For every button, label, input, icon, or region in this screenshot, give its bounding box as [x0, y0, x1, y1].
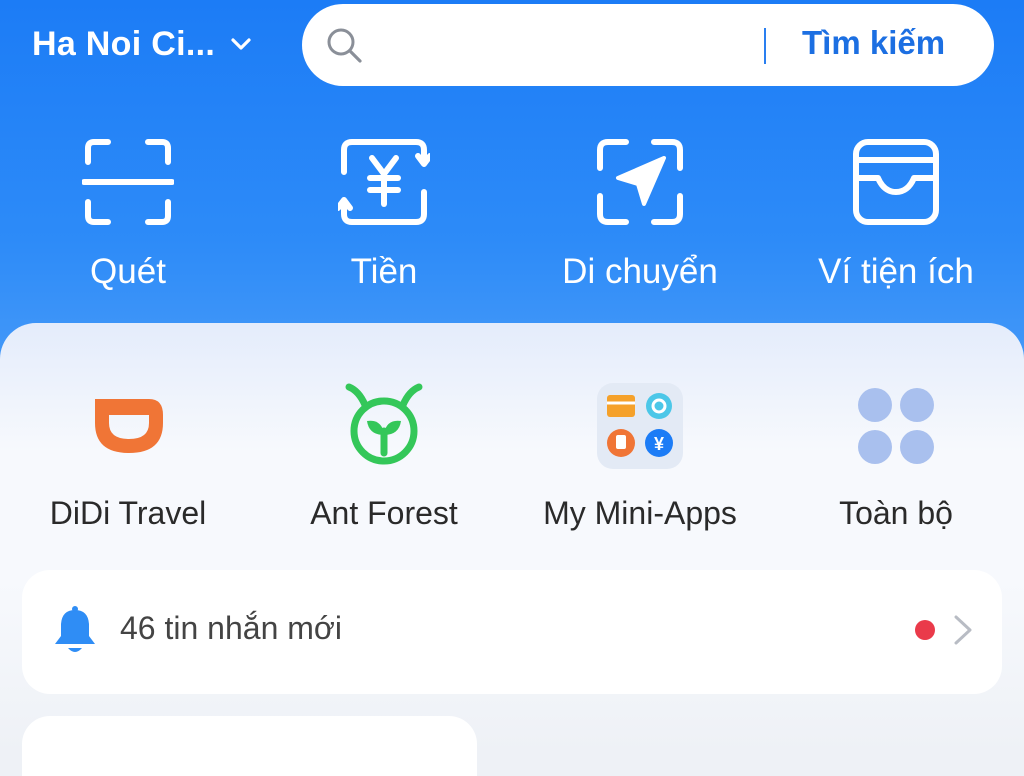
- scan-icon: [82, 139, 174, 225]
- next-card-partial: [22, 716, 477, 776]
- quick-action-money[interactable]: Tiền: [264, 136, 504, 292]
- notification-text: 46 tin nhắn mới: [120, 610, 342, 646]
- app-label: Ant Forest: [310, 495, 458, 531]
- app-all[interactable]: Toàn bộ: [768, 381, 1024, 532]
- money-transfer-icon: [338, 139, 430, 225]
- ant-forest-icon: [345, 383, 423, 465]
- bell-icon: [55, 606, 95, 652]
- mini-apps-icon: ¥: [597, 383, 683, 469]
- wallet-icon: [853, 139, 939, 225]
- messages-notification[interactable]: 46 tin nhắn mới: [22, 570, 1002, 694]
- quick-action-label: Tiền: [350, 252, 418, 291]
- search-input[interactable]: [380, 22, 764, 70]
- quick-action-label: Ví tiện ích: [818, 252, 974, 291]
- search-icon: [327, 28, 362, 63]
- quick-actions: Quét Tiền Di chuyển Ví tiện ích: [0, 136, 1024, 296]
- city-name: Ha Noi Ci...: [32, 24, 216, 63]
- chevron-down-icon: [231, 38, 251, 50]
- search-divider: [764, 28, 766, 64]
- app-label: Toàn bộ: [839, 495, 953, 531]
- all-apps-icon: [858, 388, 934, 464]
- app-label: My Mini-Apps: [543, 495, 737, 531]
- city-selector[interactable]: Ha Noi Ci...: [32, 22, 253, 66]
- unread-dot: [915, 620, 935, 640]
- app-ant-forest[interactable]: Ant Forest: [256, 381, 512, 532]
- app-label: DiDi Travel: [49, 495, 207, 531]
- navigation-icon: [597, 139, 683, 225]
- app-didi-travel[interactable]: DiDi Travel: [0, 381, 256, 532]
- didi-icon: [95, 399, 163, 453]
- chevron-right-icon: [954, 615, 972, 645]
- app-my-mini-apps[interactable]: ¥ My Mini-Apps: [512, 381, 768, 532]
- quick-action-label: Di chuyển: [562, 252, 718, 291]
- search-button[interactable]: Tìm kiếm: [802, 24, 945, 66]
- quick-action-label: Quét: [90, 252, 166, 291]
- search-bar[interactable]: Tìm kiếm: [302, 4, 994, 86]
- quick-action-scan[interactable]: Quét: [8, 136, 248, 292]
- svg-text:¥: ¥: [654, 434, 664, 454]
- quick-action-wallet[interactable]: Ví tiện ích: [776, 136, 1016, 292]
- quick-action-travel[interactable]: Di chuyển: [520, 136, 760, 292]
